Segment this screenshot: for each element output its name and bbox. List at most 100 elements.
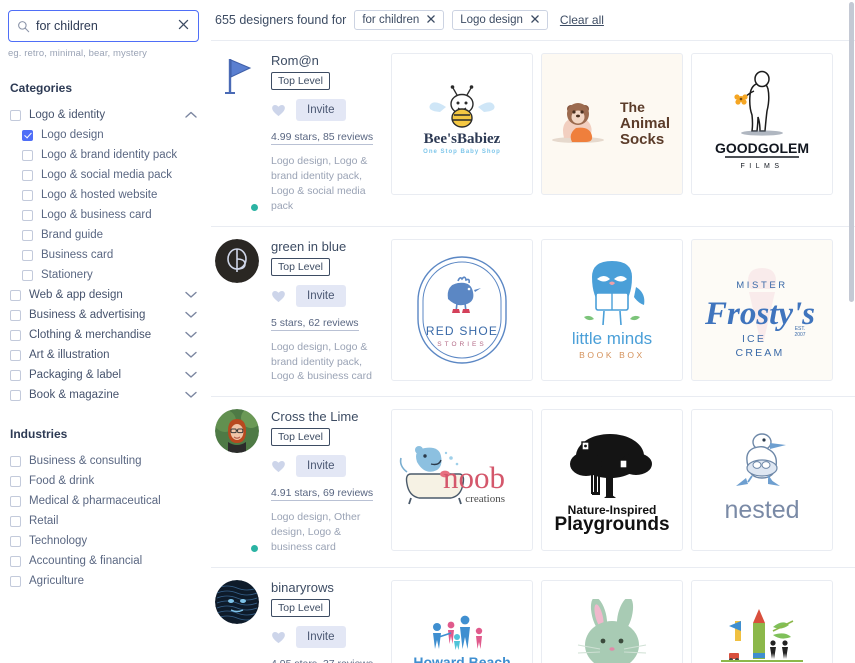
designer-name[interactable]: green in blue — [271, 239, 383, 254]
search-box[interactable] — [8, 10, 199, 42]
portfolio-thumbnails: RED SHOE STORIES little minds BOOK BOX MISTE… — [391, 238, 855, 385]
avatar[interactable] — [215, 53, 261, 214]
checkbox-icon[interactable] — [10, 289, 21, 301]
clear-all-filters[interactable]: Clear all — [560, 13, 604, 27]
filter-chip-query[interactable]: for children — [354, 10, 445, 30]
portfolio-thumbnail[interactable]: MyFuzzyBunniesCHILD CARE — [541, 580, 683, 663]
portfolio-thumbnail[interactable]: YountvilleAFTER SCHOOLWhere Kid's Want T… — [691, 580, 833, 663]
clear-search-icon[interactable] — [173, 18, 190, 34]
remove-filter-icon[interactable] — [530, 14, 540, 26]
portfolio-thumbnail[interactable]: Bee'sBabiez One Stop Baby Shop — [391, 53, 533, 195]
invite-button[interactable]: Invite — [296, 626, 346, 649]
chevron-down-icon[interactable] — [185, 291, 197, 299]
portfolio-thumbnail[interactable]: GOODGOLEM FILMS — [691, 53, 833, 195]
rating-reviews[interactable]: 4.99 stars, 85 reviews — [271, 131, 374, 145]
portfolio-thumbnail[interactable]: little minds BOOK BOX — [541, 238, 683, 381]
designer-name[interactable]: binaryrows — [271, 580, 383, 595]
facet-category-brand-guide[interactable]: Brand guide — [8, 225, 199, 245]
facet-category-web-app-design[interactable]: Web & app design — [8, 285, 199, 305]
heart-icon[interactable] — [271, 630, 286, 644]
facet-category-logo-brand-identity-pack[interactable]: Logo & brand identity pack — [8, 145, 199, 165]
facet-industry-medical-pharmaceutical[interactable]: Medical & pharmaceutical — [8, 491, 199, 511]
heart-icon[interactable] — [271, 103, 286, 117]
facet-industry-accounting-financial[interactable]: Accounting & financial — [8, 551, 199, 571]
checkbox-icon[interactable] — [10, 369, 21, 381]
checkbox-icon[interactable] — [10, 575, 21, 587]
checkbox-icon[interactable] — [22, 209, 33, 221]
facet-industry-business-consulting[interactable]: Business & consulting — [8, 451, 199, 471]
facet-category-stationery[interactable]: Stationery — [8, 265, 199, 285]
invite-button[interactable]: Invite — [296, 99, 346, 121]
facet-category-book-magazine[interactable]: Book & magazine — [8, 385, 199, 405]
designer-row: green in blue Top Level Invite 5 stars, 62 … — [211, 225, 855, 397]
checkbox-icon[interactable] — [10, 349, 21, 361]
svg-text:creations: creations — [465, 493, 505, 505]
designer-meta: binaryrows Top Level Invite 4.95 stars, 37 … — [271, 580, 383, 663]
facet-category-art-illustration[interactable]: Art & illustration — [8, 345, 199, 365]
checkbox-icon[interactable] — [22, 249, 33, 261]
checkbox-icon[interactable] — [22, 229, 33, 241]
checkbox-icon[interactable] — [10, 329, 21, 341]
facet-category-business-advertising[interactable]: Business & advertising — [8, 305, 199, 325]
facet-category-business-card[interactable]: Business card — [8, 245, 199, 265]
avatar[interactable] — [215, 580, 261, 663]
checkbox-icon[interactable] — [10, 515, 21, 527]
chevron-down-icon[interactable] — [185, 311, 197, 319]
scrollbar[interactable] — [848, 0, 855, 663]
avatar[interactable] — [215, 409, 261, 555]
scrollbar-thumb[interactable] — [849, 2, 854, 302]
facet-category-clothing-merchandise[interactable]: Clothing & merchandise — [8, 325, 199, 345]
designer-categories: Logo design, Other design, Logo & busine… — [271, 511, 361, 554]
facet-category-logo-identity[interactable]: Logo & identity — [8, 105, 199, 125]
facet-industry-technology[interactable]: Technology — [8, 531, 199, 551]
checkbox-icon[interactable] — [10, 109, 21, 121]
checkbox-icon[interactable] — [10, 455, 21, 467]
portfolio-thumbnail[interactable]: Howard BeachFAMILIES — [391, 580, 533, 663]
chevron-down-icon[interactable] — [185, 331, 197, 339]
portfolio-thumbnail[interactable]: MISTER Frosty's EST. 2007 ICE CREAM — [691, 238, 833, 381]
heart-icon[interactable] — [271, 289, 286, 303]
chevron-down-icon[interactable] — [185, 391, 197, 399]
invite-button[interactable]: Invite — [296, 455, 346, 478]
checkbox-icon[interactable] — [22, 149, 33, 161]
rating-reviews[interactable]: 5 stars, 62 reviews — [271, 317, 359, 331]
facet-category-logo-social-media-pack[interactable]: Logo & social media pack — [8, 165, 199, 185]
checkbox-icon[interactable] — [10, 535, 21, 547]
facet-industry-agriculture[interactable]: Agriculture — [8, 571, 199, 591]
designer-name[interactable]: Rom@n — [271, 53, 383, 68]
checkbox-icon[interactable] — [10, 495, 21, 507]
checkbox-icon[interactable] — [22, 269, 33, 281]
chevron-down-icon[interactable] — [185, 371, 197, 379]
heart-icon[interactable] — [271, 459, 286, 473]
chevron-up-icon[interactable] — [185, 111, 197, 119]
portfolio-thumbnail[interactable]: noob creations — [391, 409, 533, 552]
avatar[interactable] — [215, 238, 261, 385]
filter-chip-category[interactable]: Logo design — [452, 10, 548, 30]
chevron-down-icon[interactable] — [185, 351, 197, 359]
facet-industry-retail[interactable]: Retail — [8, 511, 199, 531]
checkbox-icon[interactable] — [22, 189, 33, 201]
facet-industry-food-drink[interactable]: Food & drink — [8, 471, 199, 491]
facet-category-logo-design[interactable]: Logo design — [8, 125, 199, 145]
designer-name[interactable]: Cross the Lime — [271, 409, 383, 424]
checkbox-icon[interactable] — [22, 169, 33, 181]
checkbox-checked-icon[interactable] — [22, 129, 33, 141]
facet-category-packaging-label[interactable]: Packaging & label — [8, 365, 199, 385]
facet-category-logo-hosted-website[interactable]: Logo & hosted website — [8, 185, 199, 205]
checkbox-icon[interactable] — [10, 389, 21, 401]
portfolio-thumbnail[interactable]: RED SHOE STORIES — [391, 238, 533, 381]
search-input[interactable] — [36, 19, 173, 33]
remove-filter-icon[interactable] — [426, 14, 436, 26]
checkbox-icon[interactable] — [10, 475, 21, 487]
portfolio-thumbnail[interactable]: nested — [691, 409, 833, 552]
categories-heading: Categories — [10, 81, 73, 95]
rating-reviews[interactable]: 4.91 stars, 69 reviews — [271, 487, 374, 502]
portfolio-thumbnail[interactable]: The Animal Socks — [541, 53, 683, 195]
checkbox-icon[interactable] — [10, 555, 21, 567]
rating-reviews[interactable]: 4.95 stars, 37 reviews — [271, 658, 373, 663]
designer-row: Cross the Lime Top Level Invite 4.91 stars,… — [211, 396, 855, 567]
checkbox-icon[interactable] — [10, 309, 21, 321]
portfolio-thumbnail[interactable]: Nature-Inspired Playgrounds — [541, 409, 683, 552]
facet-category-logo-business-card[interactable]: Logo & business card — [8, 205, 199, 225]
invite-button[interactable]: Invite — [296, 284, 346, 307]
